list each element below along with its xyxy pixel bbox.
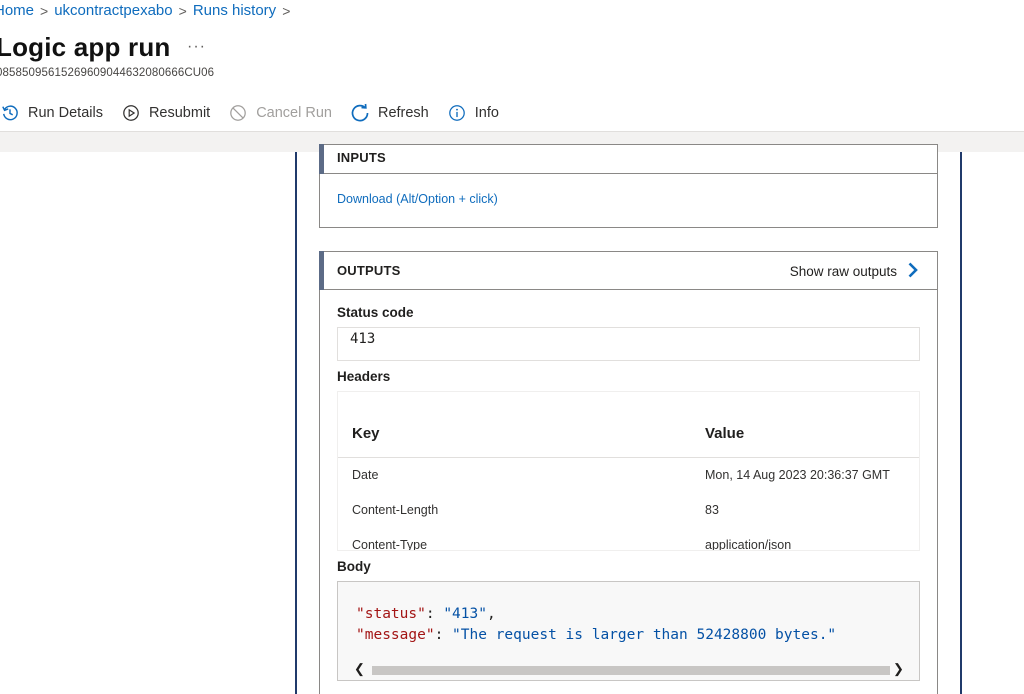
show-raw-outputs-label: Show raw outputs bbox=[789, 263, 897, 279]
table-row: Content-Type application/json bbox=[338, 528, 919, 551]
info-button[interactable]: Info bbox=[447, 103, 499, 123]
more-options-button[interactable]: ··· bbox=[187, 38, 206, 56]
outputs-header: OUTPUTS Show raw outputs bbox=[319, 251, 937, 290]
status-code-field: 413 bbox=[337, 327, 920, 361]
table-header-row: Key Value bbox=[338, 392, 919, 458]
column-header-value: Value bbox=[705, 425, 745, 442]
refresh-icon bbox=[350, 103, 370, 123]
refresh-button[interactable]: Refresh bbox=[350, 103, 429, 123]
header-value: Mon, 14 Aug 2023 20:36:37 GMT bbox=[705, 468, 890, 482]
header-key: Date bbox=[352, 468, 379, 482]
breadcrumb-separator: > bbox=[178, 2, 187, 19]
column-header-key: Key bbox=[352, 425, 380, 442]
headers-table: Key Value Date Mon, 14 Aug 2023 20:36:37… bbox=[337, 391, 920, 551]
breadcrumb-logic-app[interactable]: ukcontractpexabo bbox=[54, 2, 172, 19]
breadcrumb-home[interactable]: Home bbox=[0, 2, 34, 19]
inputs-header: INPUTS bbox=[319, 144, 937, 174]
json-key: "status" bbox=[356, 606, 426, 622]
breadcrumb-separator: > bbox=[40, 2, 49, 19]
header-value: application/json bbox=[705, 538, 792, 551]
breadcrumb-separator: > bbox=[282, 2, 291, 19]
show-raw-outputs-button[interactable]: Show raw outputs bbox=[790, 252, 919, 290]
page-title: Logic app run bbox=[0, 32, 171, 62]
cancel-icon bbox=[228, 103, 248, 123]
resubmit-icon bbox=[121, 103, 141, 123]
header-value: 83 bbox=[705, 503, 719, 517]
inputs-title: INPUTS bbox=[337, 150, 386, 165]
resubmit-label: Resubmit bbox=[148, 105, 211, 121]
run-detail-panel: INPUTS Download (Alt/Option + click) OUT… bbox=[295, 144, 962, 694]
scroll-left-icon[interactable]: ❮ bbox=[354, 661, 365, 677]
header-key: Content-Type bbox=[352, 538, 428, 551]
outputs-title: OUTPUTS bbox=[337, 263, 401, 278]
refresh-label: Refresh bbox=[377, 105, 429, 121]
headers-label: Headers bbox=[337, 369, 391, 384]
table-row: Date Mon, 14 Aug 2023 20:36:37 GMT bbox=[338, 458, 919, 493]
run-id: 08585095615269609044632080666CU06 bbox=[0, 67, 215, 79]
body-label: Body bbox=[337, 559, 371, 574]
cancel-run-label: Cancel Run bbox=[256, 105, 332, 121]
scrollbar-thumb[interactable] bbox=[372, 666, 890, 675]
outputs-section: OUTPUTS Show raw outputs Status code 413… bbox=[319, 251, 938, 694]
breadcrumb: Home > ukcontractpexabo > Runs history > bbox=[0, 2, 290, 19]
history-icon bbox=[0, 103, 20, 123]
body-code-viewer[interactable]: "status": "413", "message": "The request… bbox=[337, 581, 920, 681]
download-inputs-link[interactable]: Download (Alt/Option + click) bbox=[337, 192, 498, 206]
header-key: Content-Length bbox=[352, 503, 439, 517]
resubmit-button[interactable]: Resubmit bbox=[121, 103, 210, 123]
json-value: "413" bbox=[443, 606, 487, 622]
horizontal-scrollbar[interactable]: ❮ ❯ bbox=[350, 661, 910, 677]
breadcrumb-runs-history[interactable]: Runs history bbox=[193, 2, 276, 19]
inputs-section: INPUTS Download (Alt/Option + click) bbox=[319, 144, 938, 228]
cancel-run-button[interactable]: Cancel Run bbox=[228, 103, 332, 123]
info-label: Info bbox=[474, 105, 499, 121]
json-value: "The request is larger than 52428800 byt… bbox=[452, 627, 837, 643]
run-details-button[interactable]: Run Details bbox=[0, 103, 103, 123]
info-icon bbox=[447, 103, 467, 123]
run-details-label: Run Details bbox=[28, 105, 103, 121]
json-key: "message" bbox=[356, 627, 435, 643]
status-code-label: Status code bbox=[337, 305, 414, 320]
chevron-right-icon bbox=[907, 262, 919, 281]
table-row: Content-Length 83 bbox=[338, 493, 919, 528]
command-bar: Run Details Resubmit Cancel Run Refresh … bbox=[0, 98, 517, 128]
scroll-right-icon[interactable]: ❯ bbox=[893, 661, 904, 677]
body-json: "status": "413", "message": "The request… bbox=[356, 606, 837, 643]
